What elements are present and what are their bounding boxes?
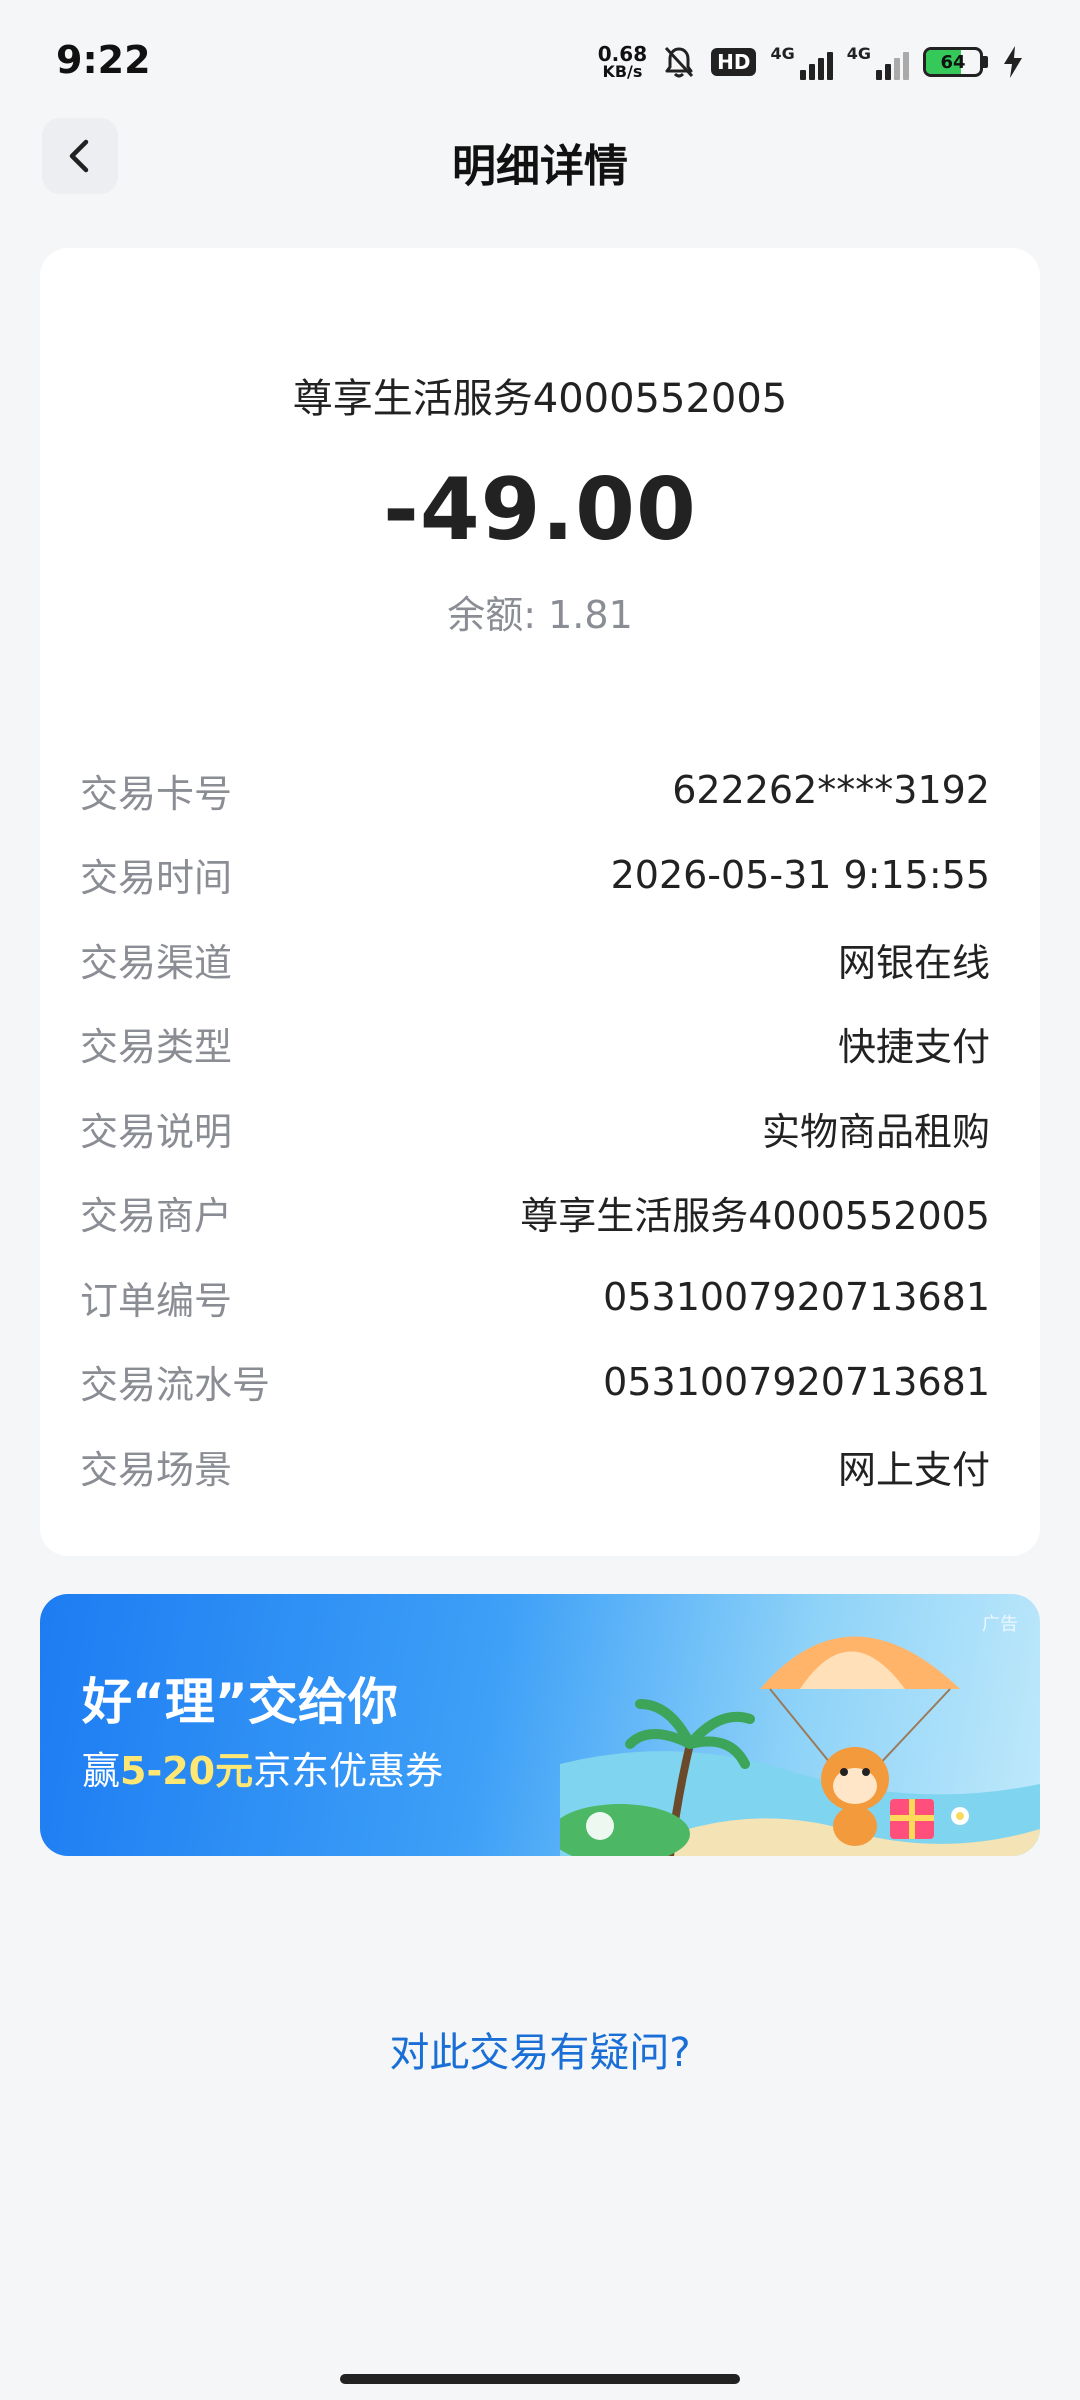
ad-subline: 赢5-20元京东优惠券 [82,1740,443,1795]
detail-row-serial-number: 交易流水号 0531007920713681 [80,1340,990,1425]
detail-row-order-number: 订单编号 0531007920713681 [80,1255,990,1340]
ad-banner[interactable]: 广告 好“理”交给你 赢5-20元京东优惠券 [40,1594,1040,1856]
status-icons: 0.68 KB/s HD 4G 4G 64 [598,40,1024,84]
signal-icon: 4G [847,44,909,80]
ad-headline: 好“理”交给你 [82,1673,398,1731]
network-speed: 0.68 KB/s [598,44,647,80]
detail-value: 622262****3192 [672,768,990,813]
detail-label: 交易类型 [80,1025,233,1070]
detail-label: 订单编号 [80,1278,233,1323]
network-speed-value: 0.68 [597,42,648,66]
detail-row-time: 交易时间 2026-05-31 9:15:55 [80,833,990,918]
ad-sub-highlight: 5-20元 [120,1749,254,1793]
ad-sub-suffix: 京东优惠券 [253,1749,444,1793]
detail-value: 网上支付 [837,1447,990,1492]
detail-row-scene: 交易场景 网上支付 [80,1424,990,1509]
detail-value: 网银在线 [837,940,990,985]
detail-value: 0531007920713681 [603,1275,990,1320]
home-indicator[interactable] [340,2374,740,2384]
ad-sub-prefix: 赢 [82,1749,121,1793]
detail-value: 实物商品租购 [761,1109,990,1154]
detail-value: 0531007920713681 [603,1359,990,1404]
signal-icon: 4G [770,44,833,80]
merchant-name: 尊享生活服务4000552005 [292,376,788,422]
status-bar: 9:22 0.68 KB/s HD 4G 4G 64 [0,0,1080,120]
detail-value: 尊享生活服务4000552005 [520,1194,990,1239]
transaction-detail-card: 尊享生活服务4000552005 -49.00 余额: 1.81 交易卡号 62… [40,248,1040,1556]
network-speed-unit: KB/s [602,62,643,81]
header: 明细详情 [0,116,1080,196]
ad-tag: 广告 [982,1614,1018,1635]
signal-label: 4G [846,44,871,63]
battery-icon: 64 [923,47,988,77]
detail-value: 2026-05-31 9:15:55 [610,852,990,897]
detail-row-card-number: 交易卡号 622262****3192 [80,748,990,833]
detail-value: 快捷支付 [837,1025,990,1070]
hd-voice-icon: HD [711,48,757,76]
transaction-amount: -49.00 [383,460,697,560]
detail-row-description: 交易说明 实物商品租购 [80,1086,990,1171]
detail-label: 交易说明 [80,1109,233,1154]
transaction-question-link[interactable]: 对此交易有疑问? [0,2020,1080,2078]
status-time: 9:22 [56,38,151,82]
detail-label: 交易渠道 [80,940,233,985]
detail-label: 交易流水号 [80,1363,271,1408]
balance: 余额: 1.81 [447,593,633,637]
battery-percent: 64 [940,51,966,73]
detail-row-merchant: 交易商户 尊享生活服务4000552005 [80,1171,990,1256]
signal-label: 4G [770,44,795,63]
detail-row-type: 交易类型 快捷支付 [80,1002,990,1087]
detail-row-channel: 交易渠道 网银在线 [80,917,990,1002]
page-title: 明细详情 [452,141,628,192]
charging-icon [1004,46,1022,78]
detail-label: 交易场景 [80,1447,233,1492]
detail-label: 交易商户 [80,1194,233,1239]
detail-label: 交易卡号 [80,771,233,816]
mute-bell-icon [665,46,694,78]
beach-mascot-illustration [560,1636,1040,1856]
detail-label: 交易时间 [80,856,233,901]
detail-list: 交易卡号 622262****3192 交易时间 2026-05-31 9:15… [80,748,990,1509]
